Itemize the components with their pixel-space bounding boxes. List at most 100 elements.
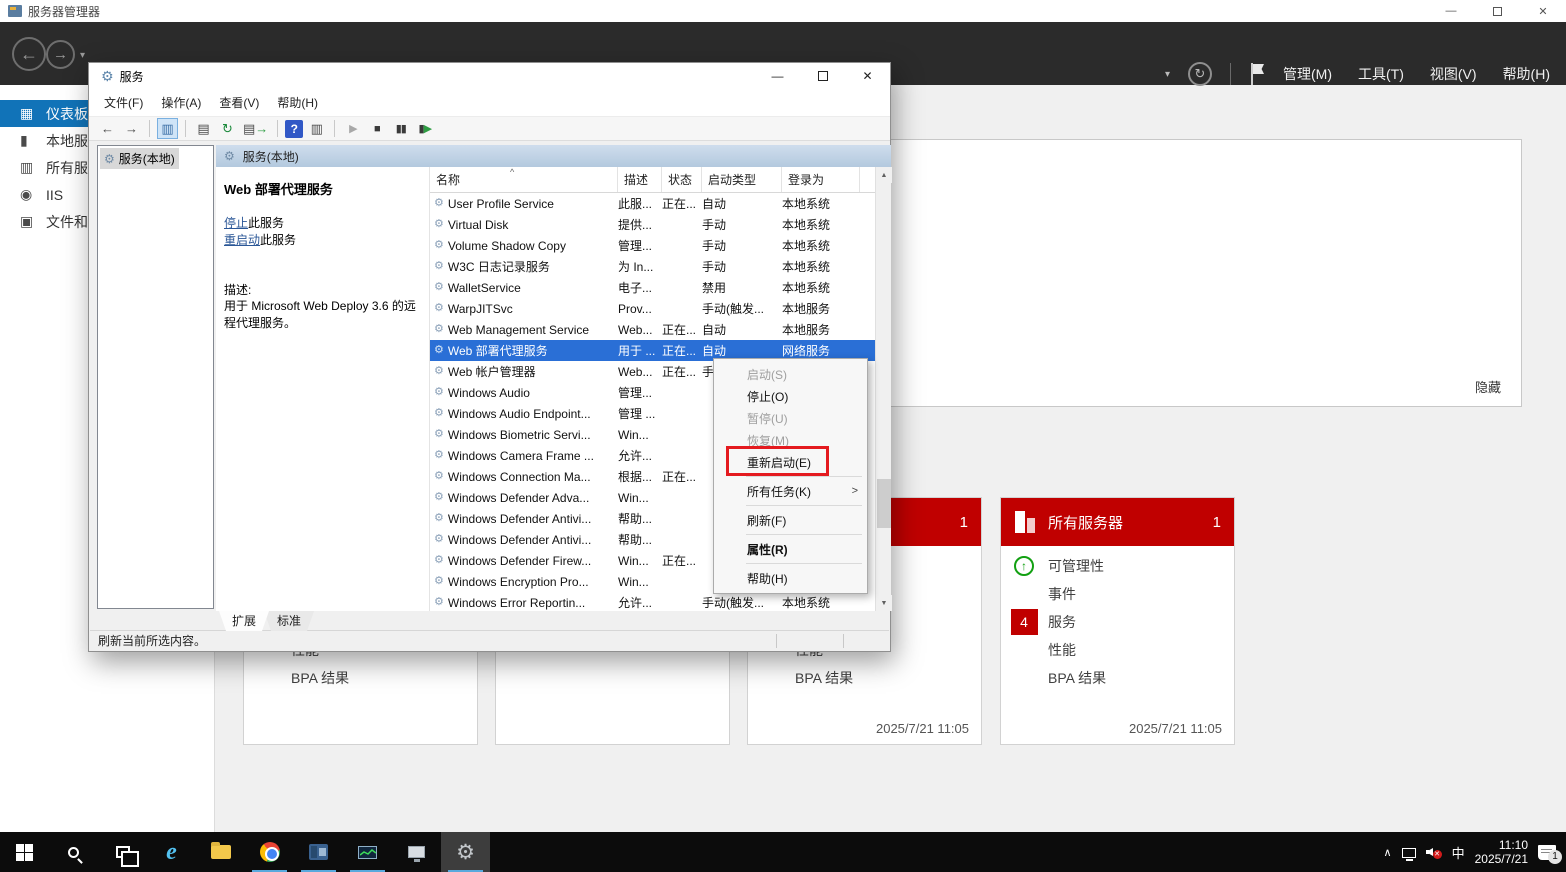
internet-explorer-icon: e <box>166 840 177 864</box>
tray-chevron-icon[interactable]: ∧ <box>1384 846 1392 859</box>
tile-row-link[interactable]: 事件 <box>1001 580 1234 608</box>
services-menu-action[interactable]: 操作(A) <box>152 94 210 111</box>
notifications-caret-icon[interactable]: ▾ <box>1165 69 1170 80</box>
tray-clock[interactable]: 11:10 2025/7/21 <box>1475 838 1528 866</box>
tab-standard[interactable]: 标准 <box>264 611 314 631</box>
nav-menu-view[interactable]: 视图(V) <box>1430 64 1477 84</box>
show-console-tree-button[interactable]: ▥ <box>157 118 178 139</box>
tile-row-link[interactable]: BPA 结果 <box>748 664 981 692</box>
properties-button[interactable]: ▤ <box>193 118 214 139</box>
service-row[interactable]: ⚙Web Management ServiceWeb...正在...自动本地服务 <box>430 319 875 340</box>
tile-row-link[interactable]: ↑可管理性 <box>1001 552 1234 580</box>
devices-button[interactable] <box>392 832 441 872</box>
scrollbar[interactable]: ▲ ▼ <box>875 167 891 611</box>
internet-explorer-button[interactable]: e <box>147 832 196 872</box>
services-menu-help[interactable]: 帮助(H) <box>268 94 327 111</box>
performance-monitor-button[interactable] <box>343 832 392 872</box>
tile-row-link[interactable]: 性能 <box>1001 636 1234 664</box>
context-menu-item-properties[interactable]: 属性(R) <box>714 538 867 560</box>
task-view-button[interactable] <box>98 832 147 872</box>
column-header[interactable]: 启动类型 <box>702 167 782 192</box>
stop-service-link[interactable]: 停止此服务 <box>224 214 284 231</box>
back-button[interactable]: ← <box>12 37 46 71</box>
search-button[interactable] <box>49 832 98 872</box>
start-button[interactable] <box>0 832 49 872</box>
gear-icon: ⚙ <box>434 429 444 440</box>
services-close-button[interactable]: ✕ <box>845 63 890 89</box>
scrollbar-thumb[interactable] <box>877 479 891 528</box>
maximize-button[interactable] <box>1474 0 1520 22</box>
help-button-glyph: ? <box>291 122 298 136</box>
back-button[interactable]: ← <box>97 118 118 139</box>
pause-service-button[interactable]: ▮▮ <box>390 118 411 139</box>
file-explorer-button[interactable] <box>196 832 245 872</box>
services-minimize-button[interactable]: — <box>755 63 800 89</box>
service-name-cell: ⚙Windows Defender Firew... <box>430 554 618 568</box>
volume-muted-icon[interactable]: ✕ <box>1426 845 1442 859</box>
services-window-titlebar[interactable]: ⚙ 服务 — ✕ <box>89 63 890 89</box>
tile-row-link[interactable]: BPA 结果 <box>1001 664 1234 692</box>
scroll-up-button[interactable]: ▲ <box>876 167 892 183</box>
nav-menu-manage[interactable]: 管理(M) <box>1283 64 1332 84</box>
services-menu-file[interactable]: 文件(F) <box>95 94 152 111</box>
help-button[interactable]: ? <box>285 120 303 138</box>
refresh-button[interactable]: ↻ <box>217 118 238 139</box>
tab-extended[interactable]: 扩展 <box>219 611 269 631</box>
view-tabs: 扩展标准 <box>219 611 888 631</box>
start-service-button[interactable]: ▶ <box>342 118 363 139</box>
services-menu-view[interactable]: 查看(V) <box>210 94 268 111</box>
service-row[interactable]: ⚙Virtual Disk提供...手动本地系统 <box>430 214 875 235</box>
forward-button[interactable]: → <box>121 118 142 139</box>
context-menu-item-help[interactable]: 帮助(H) <box>714 567 867 589</box>
tile-row-link[interactable]: BPA 结果 <box>244 664 477 692</box>
refresh-icon[interactable]: ↻ <box>1188 62 1212 86</box>
gear-icon: ⚙ <box>434 408 444 419</box>
ime-indicator[interactable]: 中 <box>1452 843 1465 862</box>
service-row[interactable]: ⚙User Profile Service此服...正在...自动本地系统 <box>430 193 875 214</box>
dashboard-icon: ▦ <box>20 105 33 121</box>
nav-menu-help[interactable]: 帮助(H) <box>1503 64 1550 84</box>
server-manager-button[interactable] <box>294 832 343 872</box>
speaker-icon <box>1426 850 1429 854</box>
column-header[interactable]: 描述 <box>618 167 662 192</box>
gear-icon: ⚙ <box>104 153 115 165</box>
notification-flag-icon[interactable] <box>1249 63 1265 85</box>
tile-header[interactable]: 所有服务器1 <box>1001 498 1234 546</box>
network-icon[interactable] <box>1402 848 1416 858</box>
forward-button[interactable]: → <box>46 40 75 69</box>
tree-item-services-local[interactable]: ⚙ 服务(本地) <box>100 148 179 169</box>
banner-label: 服务(本地) <box>243 148 299 165</box>
tile-row-link[interactable]: 4服务 <box>1001 608 1234 636</box>
column-header[interactable]: 名称 <box>430 167 618 192</box>
column-header[interactable]: 登录为 <box>782 167 860 192</box>
context-menu-item-stop[interactable]: 停止(O) <box>714 385 867 407</box>
restart-service-link[interactable]: 重启动此服务 <box>224 231 296 248</box>
servers-icon <box>1013 509 1039 535</box>
service-row[interactable]: ⚙WalletService电子...禁用本地系统 <box>430 277 875 298</box>
export-list-button[interactable]: ▤→ <box>241 118 270 139</box>
services-app-button[interactable]: ⚙ <box>441 832 490 872</box>
restart-service-button[interactable]: ▮▶ <box>414 118 435 139</box>
scroll-down-button[interactable]: ▼ <box>876 595 892 611</box>
service-row[interactable]: ⚙Windows Error Reportin...允许...手动(触发...本… <box>430 592 875 611</box>
service-row[interactable]: ⚙WarpJITSvcProv...手动(触发...本地服务 <box>430 298 875 319</box>
hide-link[interactable]: 隐藏 <box>1475 377 1501 396</box>
history-caret-icon[interactable]: ▾ <box>80 50 85 61</box>
nav-menu-tools[interactable]: 工具(T) <box>1358 64 1404 84</box>
context-menu-item-refresh[interactable]: 刷新(F) <box>714 509 867 531</box>
context-menu-item-all-tasks[interactable]: 所有任务(K)> <box>714 480 867 502</box>
column-header[interactable]: 状态 <box>662 167 702 192</box>
context-menu-item-start[interactable]: 启动(S) <box>714 363 867 385</box>
service-row[interactable]: ⚙W3C 日志记录服务为 In...手动本地系统 <box>430 256 875 277</box>
service-name-cell: ⚙Windows Encryption Pro... <box>430 575 618 589</box>
minimize-button[interactable]: — <box>1428 0 1474 22</box>
close-button[interactable]: ✕ <box>1520 0 1566 22</box>
stop-service-button[interactable]: ■ <box>366 118 387 139</box>
chrome-button[interactable] <box>245 832 294 872</box>
service-row[interactable]: ⚙Volume Shadow Copy管理...手动本地系统 <box>430 235 875 256</box>
context-menu-item-pause[interactable]: 暂停(U) <box>714 407 867 429</box>
local-server-icon: ▮ <box>20 132 28 148</box>
notification-center-button[interactable]: 1 <box>1538 845 1556 860</box>
extended-view-button[interactable]: ▥ <box>306 118 327 139</box>
services-maximize-button[interactable] <box>800 63 845 89</box>
